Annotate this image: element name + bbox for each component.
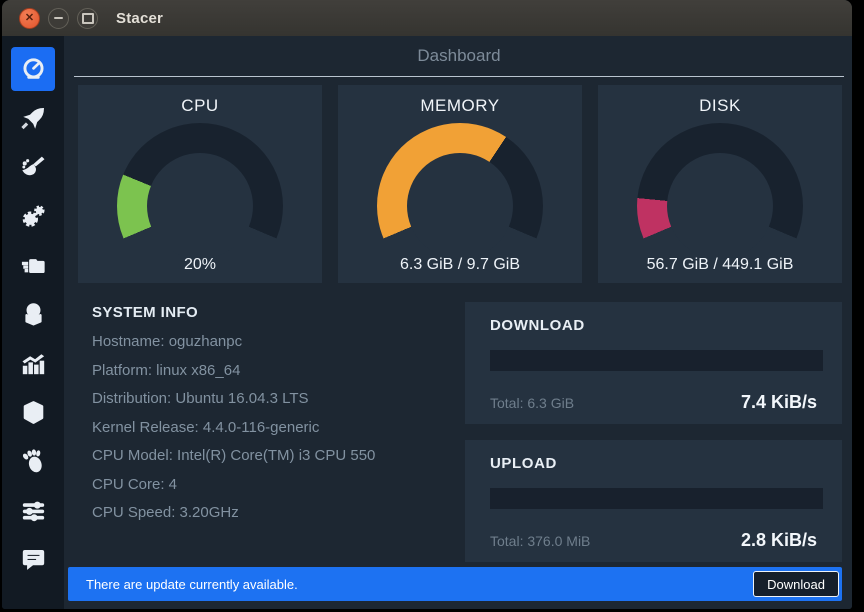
maximize-icon [82,13,94,24]
system-info-distribution: Distribution: Ubuntu 16.04.3 LTS [92,385,462,414]
rocket-icon [20,105,47,132]
memory-gauge-card: MEMORY 6.3 GiB / 9.7 GiB [338,85,582,283]
sidebar-item-gnome-settings[interactable] [11,439,55,483]
stacked-folder-icon [20,252,47,279]
download-speed: 7.4 KiB/s [741,392,817,413]
sidebar-item-settings[interactable] [11,488,55,532]
sidebar-item-resources[interactable] [11,341,55,385]
bar-chart-icon [20,350,47,377]
system-info-kernel: Kernel Release: 4.4.0-116-generic [92,414,462,443]
close-button[interactable]: ✕ [19,8,40,29]
app-frame: ✕ Stacer [2,0,852,609]
system-info-cpu-speed: CPU Speed: 3.20GHz [92,499,462,528]
download-card: DOWNLOAD Total: 6.3 GiB 7.4 KiB/s [465,302,842,424]
cpu-gauge-card: CPU 20% [78,85,322,283]
sidebar-item-uninstaller[interactable] [11,292,55,336]
disk-gauge-title: DISK [598,96,842,116]
window-title: Stacer [116,10,163,27]
chat-bubble-icon [20,546,47,573]
system-info-heading: SYSTEM INFO [92,304,462,321]
minimize-icon [54,17,63,19]
sidebar-item-feedback[interactable] [11,537,55,581]
titlebar[interactable]: ✕ Stacer [2,0,852,37]
gears-icon [20,203,47,230]
page-header: Dashboard [74,36,844,77]
sidebar-item-dashboard[interactable] [11,47,55,91]
speedometer-icon [20,56,47,83]
stacer-window: ✕ Stacer [0,0,864,612]
broom-icon [20,154,47,181]
update-notification-message: There are update currently available. [86,577,753,592]
download-title: DOWNLOAD [490,317,585,334]
disc-box-icon [20,301,47,328]
download-total: Total: 6.3 GiB [490,395,574,411]
package-box-icon [20,399,47,426]
close-icon: ✕ [25,13,34,24]
dashboard-page: Dashboard CPU 20% MEMORY 6.3 GiB / 9.7 G… [64,36,852,609]
upload-progress-bar [490,488,823,509]
download-progress-bar [490,350,823,371]
page-title: Dashboard [417,46,500,66]
disk-gauge-value: 56.7 GiB / 449.1 GiB [598,256,842,274]
upload-title: UPLOAD [490,455,557,472]
upload-speed: 2.8 KiB/s [741,530,817,551]
disk-gauge-card: DISK 56.7 GiB / 449.1 GiB [598,85,842,283]
update-notification-bar: There are update currently available. Do… [68,567,842,601]
sidebar-item-processes[interactable] [11,243,55,287]
sidebar-item-system-cleaner[interactable] [11,145,55,189]
system-info-cpu-core: CPU Core: 4 [92,471,462,500]
system-info-cpu-model: CPU Model: Intel(R) Core(TM) i3 CPU 550 [92,442,462,471]
system-info-platform: Platform: linux x86_64 [92,357,462,386]
cpu-gauge-value: 20% [78,256,322,274]
minimize-button[interactable] [48,8,69,29]
memory-gauge-title: MEMORY [338,96,582,116]
upload-total: Total: 376.0 MiB [490,533,590,549]
sidebar-item-packages[interactable] [11,390,55,434]
system-info-hostname: Hostname: oguzhanpc [92,328,462,357]
gnome-foot-icon [20,448,47,475]
sidebar-item-services[interactable] [11,194,55,238]
memory-gauge-value: 6.3 GiB / 9.7 GiB [338,256,582,274]
system-info-panel: SYSTEM INFO Hostname: oguzhanpc Platform… [92,304,462,528]
sliders-icon [20,497,47,524]
maximize-button[interactable] [77,8,98,29]
download-update-button[interactable]: Download [753,571,839,597]
sidebar-item-startup-apps[interactable] [11,96,55,140]
sidebar [2,36,64,609]
upload-card: UPLOAD Total: 376.0 MiB 2.8 KiB/s [465,440,842,562]
gauge-row: CPU 20% MEMORY 6.3 GiB / 9.7 GiB DISK 56… [78,85,842,283]
cpu-gauge-title: CPU [78,96,322,116]
